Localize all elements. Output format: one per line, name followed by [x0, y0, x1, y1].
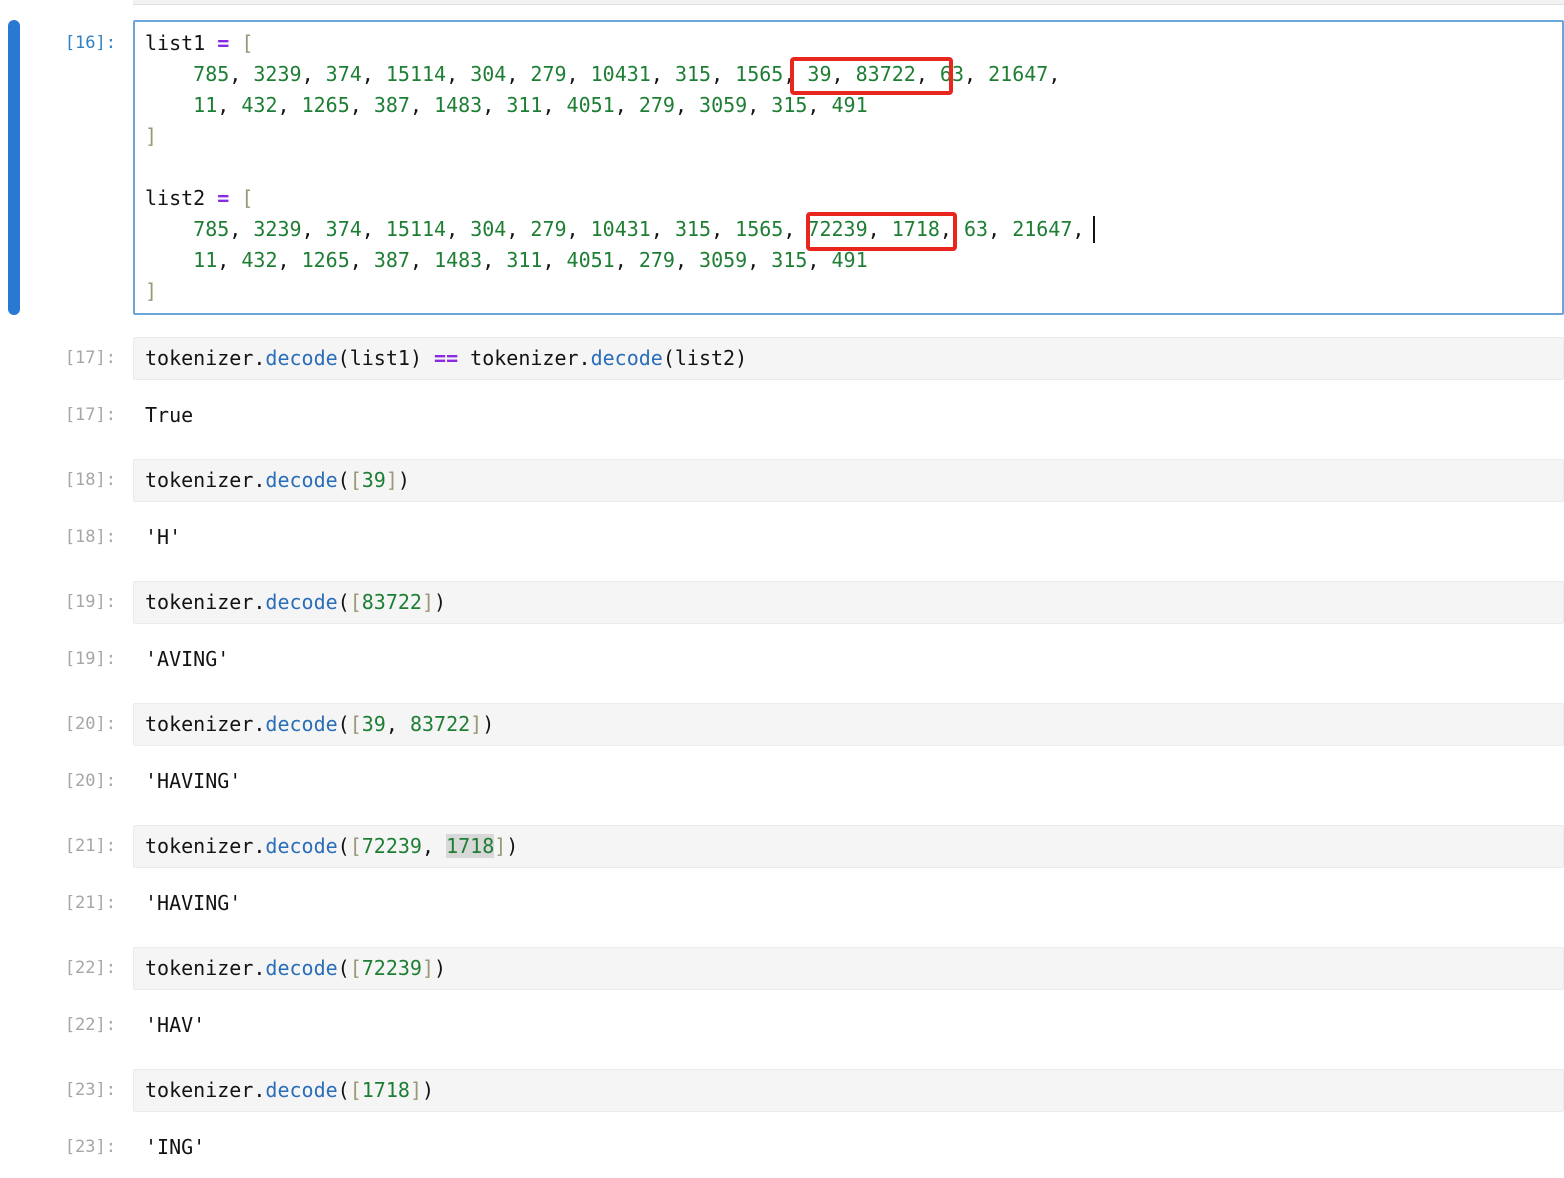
code-editor[interactable]: tokenizer.decode([83722]) — [133, 581, 1564, 624]
cell-output-text: 'AVING' — [133, 644, 1564, 675]
cell-input-row: [18]: tokenizer.decode([39]) — [0, 459, 1564, 502]
cell-output-row: [19]:'AVING' — [0, 644, 1564, 675]
input-prompt: [22]: — [0, 947, 133, 984]
code-line: tokenizer.decode([39]) — [145, 465, 1551, 496]
previous-cell-partial — [0, 0, 1564, 5]
previous-cell-editor-edge[interactable] — [133, 0, 1564, 5]
cell-output-text: True — [133, 400, 1564, 431]
code-editor[interactable]: tokenizer.decode([72239, 1718]) — [133, 825, 1564, 868]
code-editor[interactable]: tokenizer.decode([1718]) — [133, 1069, 1564, 1112]
cell-output-row: [23]:'ING' — [0, 1132, 1564, 1163]
code-line: tokenizer.decode([39, 83722]) — [145, 709, 1551, 740]
code-line: tokenizer.decode(list1) == tokenizer.dec… — [145, 343, 1551, 374]
output-prompt: [17]: — [0, 400, 133, 431]
cell-output-text: 'ING' — [133, 1132, 1564, 1163]
output-prompt: [19]: — [0, 644, 133, 675]
cell-input-row: [16]:list1 = [ 785, 3239, 374, 15114, 30… — [0, 20, 1564, 315]
output-prompt: [18]: — [0, 522, 133, 553]
output-prompt: [21]: — [0, 888, 133, 919]
cell-list: [16]:list1 = [ 785, 3239, 374, 15114, 30… — [0, 20, 1564, 1163]
code-editor[interactable]: list1 = [ 785, 3239, 374, 15114, 304, 27… — [133, 20, 1564, 315]
cell-output-text: 'HAVING' — [133, 888, 1564, 919]
code-editor[interactable]: tokenizer.decode([39]) — [133, 459, 1564, 502]
code-line: tokenizer.decode([1718]) — [145, 1075, 1551, 1106]
input-prompt: [17]: — [0, 337, 133, 374]
input-prompt: [21]: — [0, 825, 133, 862]
cell-output-row: [17]:True — [0, 400, 1564, 431]
notebook-main: [16]:list1 = [ 785, 3239, 374, 15114, 30… — [0, 0, 1564, 1178]
cell-input-row: [20]: tokenizer.decode([39, 83722]) — [0, 703, 1564, 746]
annotation-red-box-1 — [790, 57, 953, 95]
output-prompt: [23]: — [0, 1132, 133, 1163]
selected-cell-bar[interactable] — [8, 20, 20, 315]
input-prompt: [20]: — [0, 703, 133, 740]
code-line: list2 = [ — [145, 183, 1550, 214]
cell-output-text: 'HAVING' — [133, 766, 1564, 797]
code-line: ] — [145, 276, 1550, 307]
input-prompt: [19]: — [0, 581, 133, 618]
code-line: tokenizer.decode([72239, 1718]) — [145, 831, 1551, 862]
cell-input-row: [19]: tokenizer.decode([83722]) — [0, 581, 1564, 624]
code-line: tokenizer.decode([72239]) — [145, 953, 1551, 984]
cell-output-row: [22]:'HAV' — [0, 1010, 1564, 1041]
code-line: list1 = [ — [145, 28, 1550, 59]
cell-input-row: [17]: tokenizer.decode(list1) == tokenize… — [0, 337, 1564, 380]
code-editor[interactable]: tokenizer.decode([72239]) — [133, 947, 1564, 990]
code-editor[interactable]: tokenizer.decode(list1) == tokenizer.dec… — [133, 337, 1564, 380]
annotation-red-box-2 — [806, 212, 957, 251]
cell-input-row: [22]: tokenizer.decode([72239]) — [0, 947, 1564, 990]
code-editor[interactable]: tokenizer.decode([39, 83722]) — [133, 703, 1564, 746]
code-line: ] — [145, 121, 1550, 152]
text-cursor — [1093, 216, 1095, 243]
code-line — [145, 152, 1550, 183]
cell-output-row: [18]:'H' — [0, 522, 1564, 553]
cell-output-text: 'H' — [133, 522, 1564, 553]
cell-output-row: [21]:'HAVING' — [0, 888, 1564, 919]
cell-input-row: [21]: tokenizer.decode([72239, 1718]) — [0, 825, 1564, 868]
input-prompt: [18]: — [0, 459, 133, 496]
output-prompt: [22]: — [0, 1010, 133, 1041]
cell-output-row: [20]:'HAVING' — [0, 766, 1564, 797]
code-line: tokenizer.decode([83722]) — [145, 587, 1551, 618]
input-prompt: [23]: — [0, 1069, 133, 1106]
output-prompt: [20]: — [0, 766, 133, 797]
cell-output-text: 'HAV' — [133, 1010, 1564, 1041]
cell-input-row: [23]: tokenizer.decode([1718]) — [0, 1069, 1564, 1112]
